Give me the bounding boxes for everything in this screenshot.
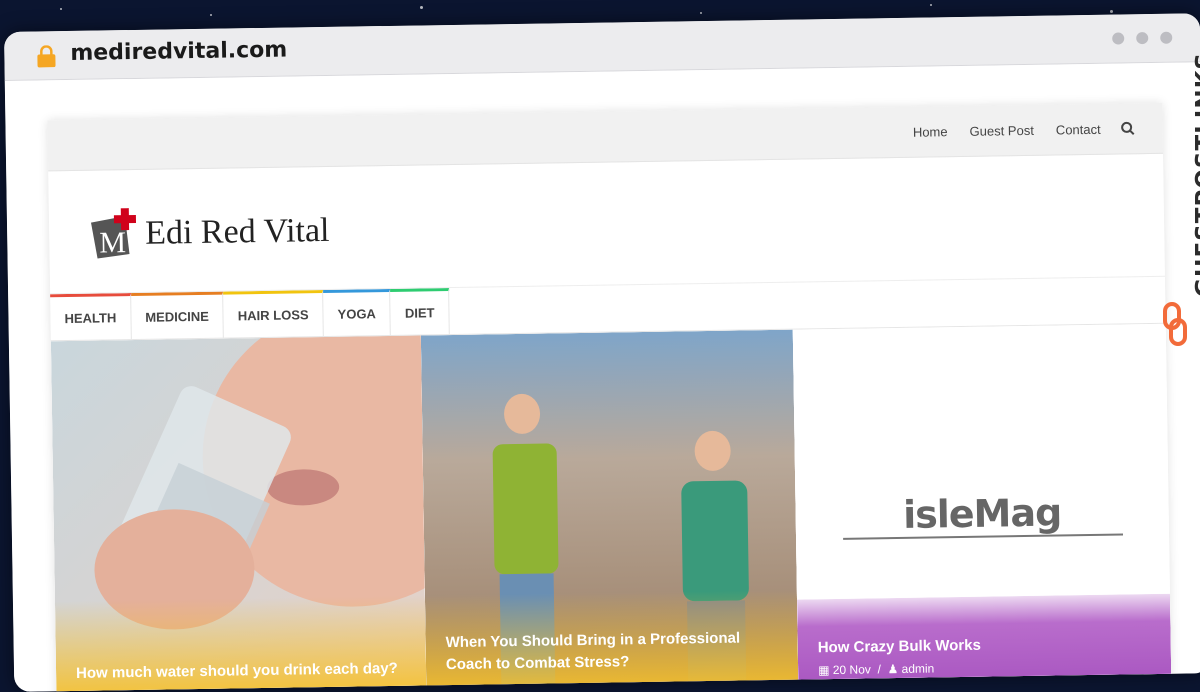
featured-card-stress[interactable]: When You Should Bring in a Professional … <box>420 329 799 692</box>
star <box>420 6 423 9</box>
logo-mark: M <box>89 208 142 261</box>
calendar-icon: ▦ <box>818 663 830 678</box>
page-viewport: Home Guest Post Contact M Edi Red Vital … <box>4 62 1200 692</box>
nav-item-yoga[interactable]: YOGA <box>323 288 392 337</box>
star <box>930 4 932 6</box>
top-link-contact[interactable]: Contact <box>1056 121 1101 137</box>
window-dot[interactable] <box>1112 32 1125 45</box>
water-drinking-image <box>50 335 427 692</box>
site-logo[interactable]: M Edi Red Vital <box>89 205 330 261</box>
nav-item-diet[interactable]: DIET <box>390 288 450 335</box>
browser-window: mediredvital.com Home Guest Post Contact <box>4 13 1200 692</box>
card-title[interactable]: When You Should Bring in a Professional … <box>445 627 782 676</box>
nav-item-health[interactable]: HEALTH <box>50 293 132 341</box>
featured-card-water[interactable]: How much water should you drink each day… <box>50 335 427 692</box>
star <box>700 12 702 14</box>
star <box>1110 10 1113 13</box>
window-controls <box>1112 31 1173 45</box>
card-meta: ▦ 20 Nov / ♟ admin <box>818 661 935 678</box>
star <box>60 8 62 10</box>
user-icon: ♟ <box>887 662 899 677</box>
watermark-text: GUESTPOSTLINKS <box>1192 52 1200 298</box>
site-header: M Edi Red Vital <box>48 153 1165 295</box>
logo-text: Edi Red Vital <box>144 211 330 252</box>
nav-item-medicine[interactable]: MEDICINE <box>130 291 225 340</box>
star <box>210 14 212 16</box>
link-icon <box>1163 302 1187 346</box>
window-dot[interactable] <box>1160 31 1173 44</box>
search-icon[interactable] <box>1121 121 1135 135</box>
top-link-home[interactable]: Home <box>913 124 948 140</box>
window-dot[interactable] <box>1136 32 1149 45</box>
top-link-guest-post[interactable]: Guest Post <box>969 122 1034 138</box>
url-text[interactable]: mediredvital.com <box>70 38 287 66</box>
website: Home Guest Post Contact M Edi Red Vital … <box>47 102 1172 692</box>
lock-icon <box>37 45 56 68</box>
nav-item-hair-loss[interactable]: HAIR LOSS <box>223 290 324 338</box>
svg-text:M: M <box>99 226 126 259</box>
featured-posts: How much water should you drink each day… <box>50 323 1172 692</box>
placeholder-logo: isleMag <box>835 489 1129 544</box>
post-author[interactable]: admin <box>902 661 935 676</box>
guestpostlinks-watermark: GUESTPOSTLINKS <box>1158 52 1200 372</box>
featured-card-crazy-bulk[interactable]: isleMag How Crazy Bulk Works ▦ 20 Nov / … <box>792 323 1172 690</box>
